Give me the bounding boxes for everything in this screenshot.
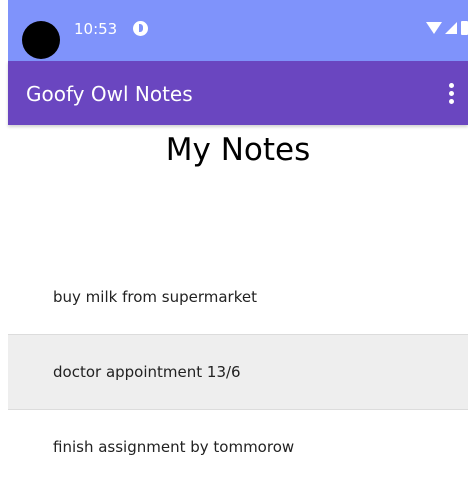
app-toolbar: Goofy Owl Notes [8, 61, 468, 125]
note-text: buy milk from supermarket [53, 288, 257, 306]
phone-screen: 10:53 Goofy Owl Notes My Notes buy milk … [0, 0, 468, 480]
status-bar: 10:53 [8, 0, 468, 61]
notes-list: buy milk from supermarket doctor appoint… [8, 260, 468, 480]
note-item[interactable]: finish assignment by tommorow [8, 410, 468, 480]
note-item-selected[interactable]: doctor appointment 13/6 [8, 335, 468, 409]
note-item[interactable]: buy milk from supermarket [8, 260, 468, 334]
app-notification-icon [133, 21, 148, 36]
note-text: doctor appointment 13/6 [53, 363, 241, 381]
signal-icon [445, 22, 457, 34]
app-title: Goofy Owl Notes [26, 82, 193, 106]
camera-cutout-icon [22, 21, 60, 59]
note-text: finish assignment by tommorow [53, 438, 295, 456]
status-time: 10:53 [74, 20, 118, 38]
wifi-icon [426, 22, 442, 34]
menu-dot [449, 83, 454, 88]
menu-dot [449, 99, 454, 104]
more-vert-icon[interactable] [438, 73, 468, 113]
menu-dot [449, 91, 454, 96]
page-title: My Notes [165, 132, 311, 168]
battery-icon [461, 21, 468, 35]
